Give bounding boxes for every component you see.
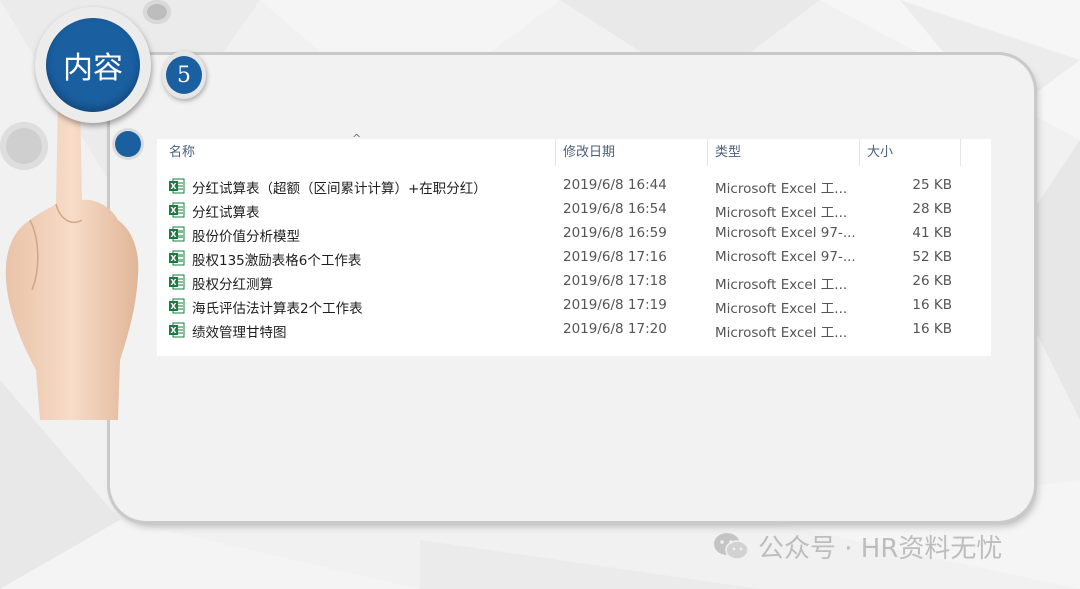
excel-xlsx-icon: X — [169, 298, 185, 314]
svg-text:X: X — [170, 230, 177, 239]
file-size: 25 KB — [912, 177, 952, 193]
column-separator[interactable] — [859, 139, 860, 166]
file-name: 股权分红测算 — [192, 277, 273, 293]
svg-text:X: X — [170, 302, 177, 311]
file-name: 绩效管理甘特图 — [192, 325, 287, 341]
column-separator[interactable] — [555, 139, 556, 166]
file-row[interactable]: X 分红试算表 2019/6/8 16:54 Microsoft Excel 工… — [157, 198, 991, 222]
file-name: 分红试算表（超额（区间累计计算）+在职分红） — [192, 181, 487, 197]
file-type: Microsoft Excel 97-... — [715, 249, 856, 265]
file-date: 2019/6/8 17:18 — [563, 273, 667, 289]
excel-xls-icon: X — [169, 250, 185, 266]
section-badge: 内容 — [35, 7, 151, 123]
svg-text:X: X — [170, 206, 177, 215]
svg-text:X: X — [170, 254, 177, 263]
pointing-hand-illustration — [5, 85, 139, 420]
file-date: 2019/6/8 16:44 — [563, 177, 667, 193]
file-row[interactable]: X 股权135激励表格6个工作表 2019/6/8 17:16 Microsof… — [157, 246, 991, 270]
file-name: 海氏评估法计算表2个工作表 — [192, 301, 363, 317]
file-date: 2019/6/8 16:59 — [563, 225, 667, 241]
file-explorer-list: ^ 名称 修改日期 类型 大小 X 分红试算表（超额（区间累计计算）+在职分红）… — [157, 132, 991, 356]
file-name: 股份价值分析模型 — [192, 229, 300, 245]
file-type: Microsoft Excel 工... — [715, 325, 848, 341]
file-date: 2019/6/8 17:16 — [563, 249, 667, 265]
file-name: 股权135激励表格6个工作表 — [192, 253, 362, 269]
file-date: 2019/6/8 16:54 — [563, 201, 667, 217]
section-number-badge: 5 — [162, 51, 206, 99]
file-type: Microsoft Excel 工... — [715, 181, 848, 197]
excel-xls-icon: X — [169, 226, 185, 242]
file-size: 26 KB — [912, 273, 952, 289]
column-separator[interactable] — [960, 139, 961, 166]
file-date: 2019/6/8 17:19 — [563, 297, 667, 313]
column-header-date[interactable]: 修改日期 — [563, 145, 615, 161]
svg-text:X: X — [170, 326, 177, 335]
column-header-type[interactable]: 类型 — [715, 145, 741, 161]
file-row[interactable]: X 股权分红测算 2019/6/8 17:18 Microsoft Excel … — [157, 270, 991, 294]
column-header-size[interactable]: 大小 — [867, 145, 893, 161]
svg-text:X: X — [170, 278, 177, 287]
file-type: Microsoft Excel 工... — [715, 277, 848, 293]
file-size: 16 KB — [912, 321, 952, 337]
file-type: Microsoft Excel 97-... — [715, 225, 856, 241]
file-row[interactable]: X 分红试算表（超额（区间累计计算）+在职分红） 2019/6/8 16:44 … — [157, 174, 991, 198]
file-row[interactable]: X 绩效管理甘特图 2019/6/8 17:20 Microsoft Excel… — [157, 318, 991, 342]
excel-xlsx-icon: X — [169, 274, 185, 290]
file-name: 分红试算表 — [192, 205, 260, 221]
wechat-icon — [714, 533, 749, 560]
file-date: 2019/6/8 17:20 — [563, 321, 667, 337]
watermark-text: 公众号 · HR资料无忧 — [758, 533, 1003, 564]
column-separator[interactable] — [707, 139, 708, 166]
file-row[interactable]: X 海氏评估法计算表2个工作表 2019/6/8 17:19 Microsoft… — [157, 294, 991, 318]
column-header-name[interactable]: 名称 — [169, 145, 195, 161]
excel-xlsx-icon: X — [169, 322, 185, 338]
file-size: 52 KB — [912, 249, 952, 265]
excel-xlsx-icon: X — [169, 178, 185, 194]
decorative-dot — [143, 0, 171, 24]
file-type: Microsoft Excel 工... — [715, 205, 848, 221]
sort-ascending-icon[interactable]: ^ — [352, 132, 361, 145]
excel-xlsx-icon: X — [169, 202, 185, 218]
svg-text:X: X — [170, 182, 177, 191]
section-number: 5 — [166, 56, 202, 94]
watermark: 公众号 · HR资料无忧 — [712, 528, 1002, 564]
file-row[interactable]: X 股份价值分析模型 2019/6/8 16:59 Microsoft Exce… — [157, 222, 991, 246]
section-badge-label: 内容 — [46, 18, 140, 112]
file-type: Microsoft Excel 工... — [715, 301, 848, 317]
file-size: 16 KB — [912, 297, 952, 313]
file-size: 41 KB — [912, 225, 952, 241]
file-size: 28 KB — [912, 201, 952, 217]
